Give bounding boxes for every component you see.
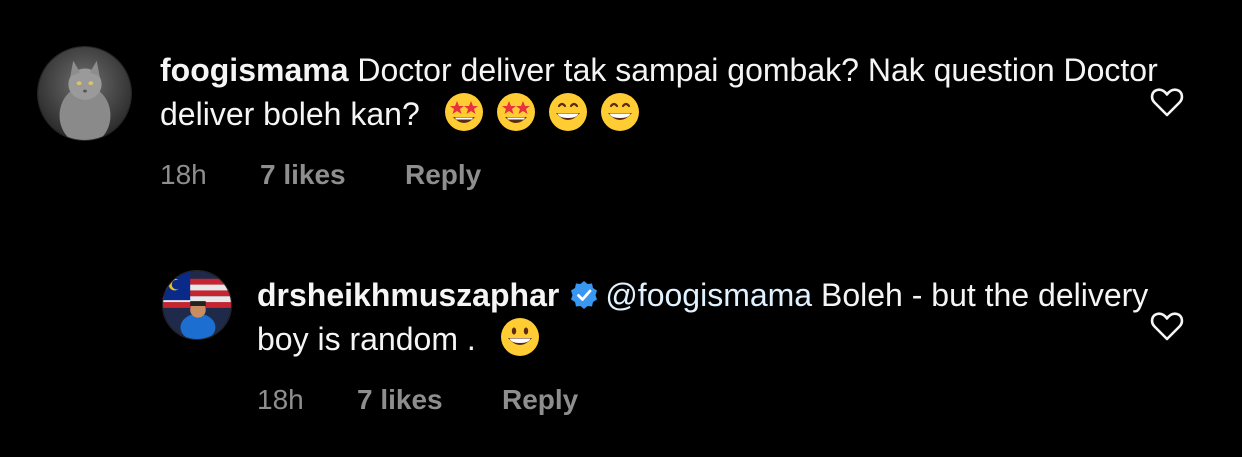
comment-meta: 18h 7 likes Reply	[160, 159, 1207, 191]
timestamp: 18h	[257, 384, 304, 415]
mention-link[interactable]: @foogismama	[605, 277, 812, 313]
likes-count[interactable]: 7 likes	[260, 159, 405, 191]
comment-text: foogismama Doctor deliver tak sampai gom…	[160, 49, 1207, 135]
smiley-emoji-icon	[500, 318, 539, 356]
timestamp: 18h	[160, 159, 207, 190]
avatar[interactable]	[37, 46, 132, 141]
grinning-emoji-icon	[600, 93, 639, 131]
comment-text: drsheikhmuszaphar @foogismama Boleh - bu…	[257, 274, 1207, 360]
comment-meta: 18h 7 likes Reply	[257, 384, 1207, 416]
likes-count[interactable]: 7 likes	[357, 384, 502, 416]
heart-icon[interactable]	[1149, 308, 1185, 344]
star-struck-emoji-icon	[496, 93, 535, 131]
comment-content: foogismama Doctor deliver tak sampai gom…	[160, 49, 1207, 191]
reply-button[interactable]: Reply	[502, 384, 578, 416]
verified-badge-icon	[571, 281, 598, 309]
comment-content: drsheikhmuszaphar @foogismama Boleh - bu…	[257, 274, 1207, 416]
star-struck-emoji-icon	[444, 93, 483, 131]
reply-button[interactable]: Reply	[405, 159, 481, 191]
username[interactable]: drsheikhmuszaphar	[257, 277, 559, 313]
doctor-avatar-icon	[163, 271, 231, 339]
cat-avatar-icon	[38, 47, 131, 140]
grinning-emoji-icon	[548, 93, 587, 131]
heart-icon[interactable]	[1149, 84, 1185, 120]
avatar[interactable]	[162, 270, 232, 340]
reply-comment: drsheikhmuszaphar @foogismama Boleh - bu…	[162, 270, 1207, 416]
comment: foogismama Doctor deliver tak sampai gom…	[37, 46, 1207, 191]
username[interactable]: foogismama	[160, 52, 348, 88]
